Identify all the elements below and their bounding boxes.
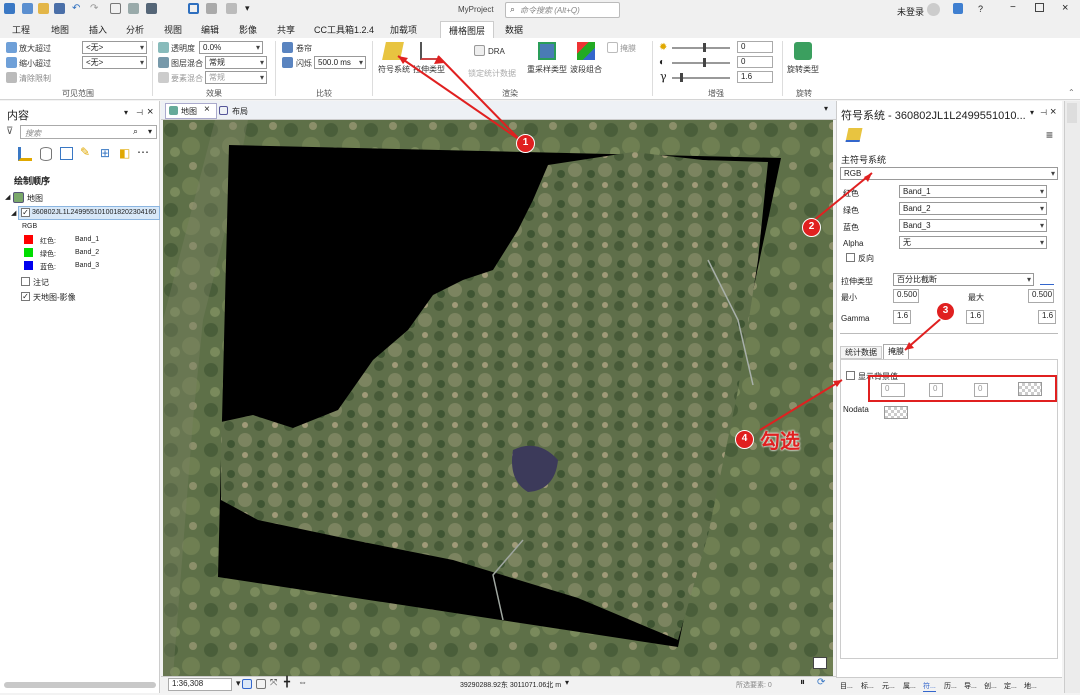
highlight-box — [868, 375, 1057, 402]
arrow-4-line — [759, 379, 843, 431]
arrow-1-line-a — [397, 55, 521, 141]
arrow-1-line-b — [437, 55, 521, 141]
annotation-marker-1: 1 — [516, 134, 535, 153]
check-instruction-text: 勾选 — [760, 431, 800, 453]
arrow-2-line — [811, 172, 873, 223]
annotation-overlay — [397, 55, 1057, 431]
arrowhead — [864, 173, 872, 182]
annotation-marker-3: 3 — [936, 302, 955, 321]
annotation-marker-2: 2 — [802, 218, 821, 237]
annotation-marker-4: 4 — [735, 430, 754, 449]
